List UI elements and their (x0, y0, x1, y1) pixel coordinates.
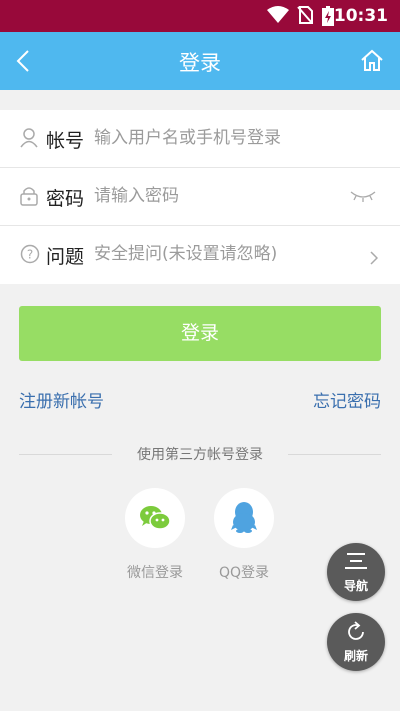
third-party-heading: 使用第三方帐号登录 (137, 447, 263, 463)
menu-lines-icon (345, 551, 367, 575)
question-label: 问题 (46, 246, 85, 268)
navigation-label: 导航 (343, 579, 368, 593)
login-button[interactable]: 登录 (19, 306, 381, 361)
question-circle-icon: ? (20, 244, 40, 268)
wechat-login-button[interactable] (125, 488, 185, 548)
qq-login-button[interactable] (214, 488, 274, 548)
account-input[interactable] (94, 128, 334, 148)
svg-text:?: ? (27, 248, 33, 262)
no-sim-icon (297, 6, 313, 28)
home-icon[interactable] (360, 49, 384, 75)
security-question-row[interactable]: ? 问题 (0, 226, 400, 284)
user-icon (20, 128, 38, 152)
chevron-right-icon (370, 250, 379, 269)
forgot-password-link[interactable]: 忘记密码 (313, 387, 381, 412)
password-label: 密码 (46, 188, 85, 210)
register-link[interactable]: 注册新帐号 (19, 387, 104, 412)
clock-time: 10:31 (333, 6, 388, 26)
password-input[interactable] (94, 186, 334, 206)
password-row: 密码 (0, 168, 400, 226)
wechat-icon (139, 504, 171, 536)
eye-closed-icon[interactable] (350, 188, 376, 207)
login-form: 帐号 密码 ? 问题 (0, 110, 400, 284)
status-bar: 10:31 (0, 0, 400, 32)
app-bar: 登录 (0, 32, 400, 90)
qq-penguin-icon (231, 501, 257, 537)
qq-login-label: QQ登录 (218, 565, 270, 581)
security-question-input[interactable] (94, 244, 334, 264)
refresh-fab[interactable]: 刷新 (327, 613, 385, 671)
wechat-login-label: 微信登录 (127, 565, 183, 581)
page-title: 登录 (179, 51, 221, 75)
lock-icon (20, 186, 38, 210)
battery-charging-icon (322, 6, 334, 30)
refresh-icon (345, 621, 367, 647)
account-row: 帐号 (0, 110, 400, 168)
wifi-icon (267, 6, 289, 28)
navigation-fab[interactable]: 导航 (327, 543, 385, 601)
account-label: 帐号 (46, 130, 85, 152)
refresh-label: 刷新 (343, 649, 368, 663)
